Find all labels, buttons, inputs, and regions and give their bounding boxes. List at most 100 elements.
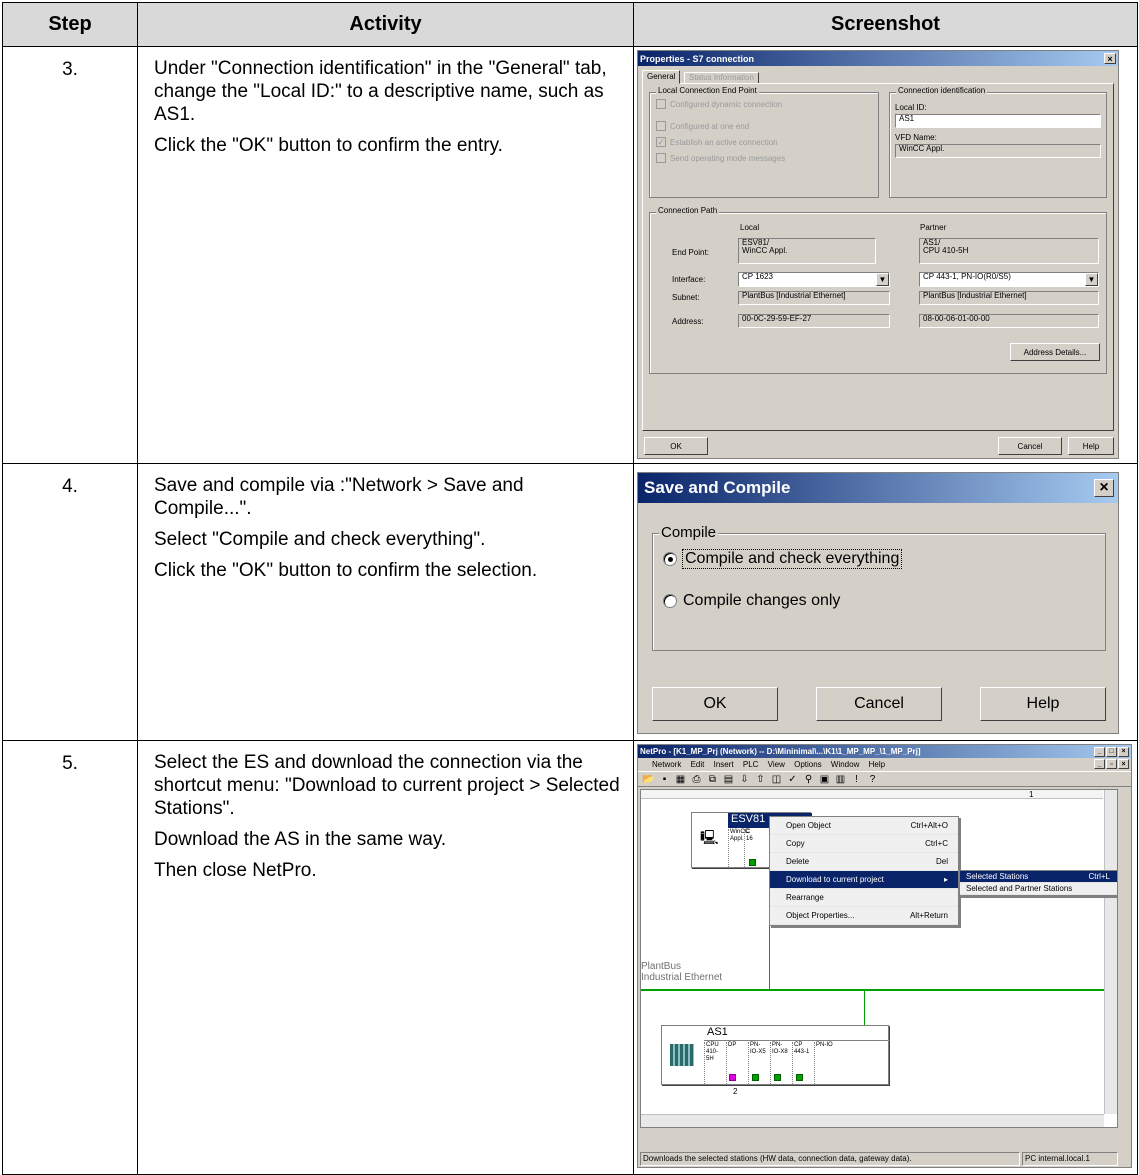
chevron-down-icon[interactable]: ▼ [876,273,889,286]
tab-panel: Local Connection End Point Configured dy… [642,83,1114,431]
menu-item-selected-stations[interactable]: Selected Stations Ctrl+L [960,871,1117,883]
radio-empty-icon [663,594,677,608]
chevron-down-icon[interactable]: ▼ [1085,273,1098,286]
exclam-icon[interactable]: ! [850,773,863,786]
menu-item-label: Rearrange [786,893,824,902]
address-label: Address: [672,317,704,326]
network-port-icon [796,1074,803,1081]
address-details-button[interactable]: Address Details... [1010,343,1100,361]
minimize-icon[interactable]: _ [1094,746,1105,757]
save-icon[interactable]: ▪ [658,773,671,786]
activity-line: Click the "OK" button to confirm the ent… [154,135,503,156]
menu-item-object-properties[interactable]: Object Properties... Alt+Return [770,907,958,925]
bus-label: PlantBus [641,961,682,972]
menu-item-open-object[interactable]: Open Object Ctrl+Alt+O [770,817,958,835]
vertical-scrollbar[interactable] [1104,790,1117,1114]
checkbox-label: Send operating mode messages [670,153,786,163]
menu-item-shortcut: Ctrl+C [925,839,948,848]
ruler-number: 1 [1029,790,1034,799]
menu-insert[interactable]: Insert [714,758,734,771]
menu-edit[interactable]: Edit [691,758,705,771]
checkbox-box [656,99,666,109]
menu-options[interactable]: Options [794,758,822,771]
menu-view[interactable]: View [768,758,785,771]
network-canvas[interactable]: 1 🖳 ESV81 WinCC Appl. C 16 PlantBus Indu… [640,789,1118,1128]
maximize-icon[interactable]: □ [1106,746,1117,757]
menu-item-selected-and-partner[interactable]: Selected and Partner Stations [960,883,1117,895]
ruler [641,790,1103,799]
interface-local-select[interactable]: CP 1623 [738,272,890,287]
menu-item-copy[interactable]: Copy Ctrl+C [770,835,958,853]
header-step: Step [2,2,138,47]
toolbar: 📂 ▪ ▦ ⎙ ⧉ ▤ ⇩ ⇧ ◫ ✓ ⚲ ▣ ▥ ! ? [638,771,1131,787]
menu-item-label: Selected and Partner Stations [966,884,1073,893]
menu-item-delete[interactable]: Delete Del [770,853,958,871]
activity-line: Under "Connection identification" in the… [154,58,607,125]
diagnose-icon[interactable]: ◫ [770,773,783,786]
cancel-button[interactable]: Cancel [998,437,1062,455]
send-operating-mode-checkbox[interactable]: Send operating mode messages [656,153,785,163]
menu-plc[interactable]: PLC [743,758,759,771]
properties-icon[interactable]: ▣ [818,773,831,786]
status-bar: Downloads the selected stations (HW data… [640,1152,1118,1166]
compile-everything-radio[interactable]: Compile and check everything [663,549,903,569]
horizontal-scrollbar[interactable] [641,1114,1104,1127]
menu-item-label: Delete [786,857,810,866]
check-icon[interactable]: ✓ [786,773,799,786]
table-row: 3. Under "Connection identification" in … [2,46,1138,464]
properties-dialog: Properties - S7 connection × General Sta… [637,50,1119,459]
download-icon[interactable]: ⇩ [738,773,751,786]
activity-cell: Select the ES and download the connectio… [137,740,634,1175]
upload-icon[interactable]: ⇧ [754,773,767,786]
table-row: 5. Select the ES and download the connec… [2,740,1138,1175]
plantbus-line[interactable] [641,989,1104,991]
menu-item-label: Object Properties... [786,911,855,920]
copy-icon[interactable]: ⧉ [706,773,719,786]
netpro-window: NetPro - [K1_MP_Prj (Network) -- D:\Mini… [637,744,1132,1168]
menu-window[interactable]: Window [831,758,859,771]
menu-item-shortcut: Ctrl+L [1088,872,1110,881]
tab-general[interactable]: General [642,70,681,84]
menu-network[interactable]: Network [652,758,681,771]
minimize-icon[interactable]: _ [1094,759,1105,769]
configured-one-end-checkbox[interactable]: Configured at one end [656,121,749,131]
close-icon[interactable]: × [1118,759,1129,769]
activity-line: Then close NetPro. [154,860,317,881]
restore-icon[interactable]: ▫ [1106,759,1117,769]
close-icon[interactable]: × [1104,53,1116,64]
paste-icon[interactable]: ▤ [722,773,735,786]
status-text: Downloads the selected stations (HW data… [640,1152,1020,1166]
as-station[interactable]: AS1 CPU 410-5H DP PN- IO-X5 PN- IO-X8 CP… [661,1025,890,1085]
menu-item-shortcut: Del [935,857,948,866]
config-icon[interactable]: ▦ [674,773,687,786]
ok-button[interactable]: OK [644,437,708,455]
cancel-button[interactable]: Cancel [816,687,942,721]
menu-item-download[interactable]: Download to current project ▸ [770,871,958,889]
local-id-input[interactable]: AS1 [895,114,1101,128]
help-button[interactable]: Help [1068,437,1114,455]
network-port-icon [749,859,756,866]
help-pointer-icon[interactable]: ? [866,773,879,786]
configured-dynamic-checkbox[interactable]: Configured dynamic connection [656,99,782,109]
connection-path-group: Connection Path Local Partner End Point:… [649,206,1107,374]
ok-button[interactable]: OK [652,687,778,721]
menu-item-rearrange[interactable]: Rearrange [770,889,958,907]
interface-partner-select[interactable]: CP 443-1, PN-IO(R0/S5) [919,272,1099,287]
activity-line: Select "Compile and check everything". [154,529,486,550]
link-icon[interactable]: ⚲ [802,773,815,786]
menu-help[interactable]: Help [869,758,885,771]
print-icon[interactable]: ⎙ [690,773,703,786]
properties-title: Properties - S7 connection [640,53,755,64]
end-point-partner-field: AS1/ CPU 410-5H [919,238,1099,264]
establish-active-checkbox[interactable]: ✓ Establish an active connection [656,137,778,147]
rack-icon [670,1044,694,1066]
cpu-slot: CPU 410-5H [704,1042,724,1084]
compile-changes-only-radio[interactable]: Compile changes only [663,592,840,610]
open-icon[interactable]: 📂 [642,773,655,786]
catalog-icon[interactable]: ▥ [834,773,847,786]
close-icon[interactable]: × [1094,479,1114,497]
interface-label: Interface: [672,275,706,284]
help-button[interactable]: Help [980,687,1106,721]
close-icon[interactable]: × [1118,746,1129,757]
screenshot-cell: Save and Compile × Compile Compile and c… [633,463,1138,741]
